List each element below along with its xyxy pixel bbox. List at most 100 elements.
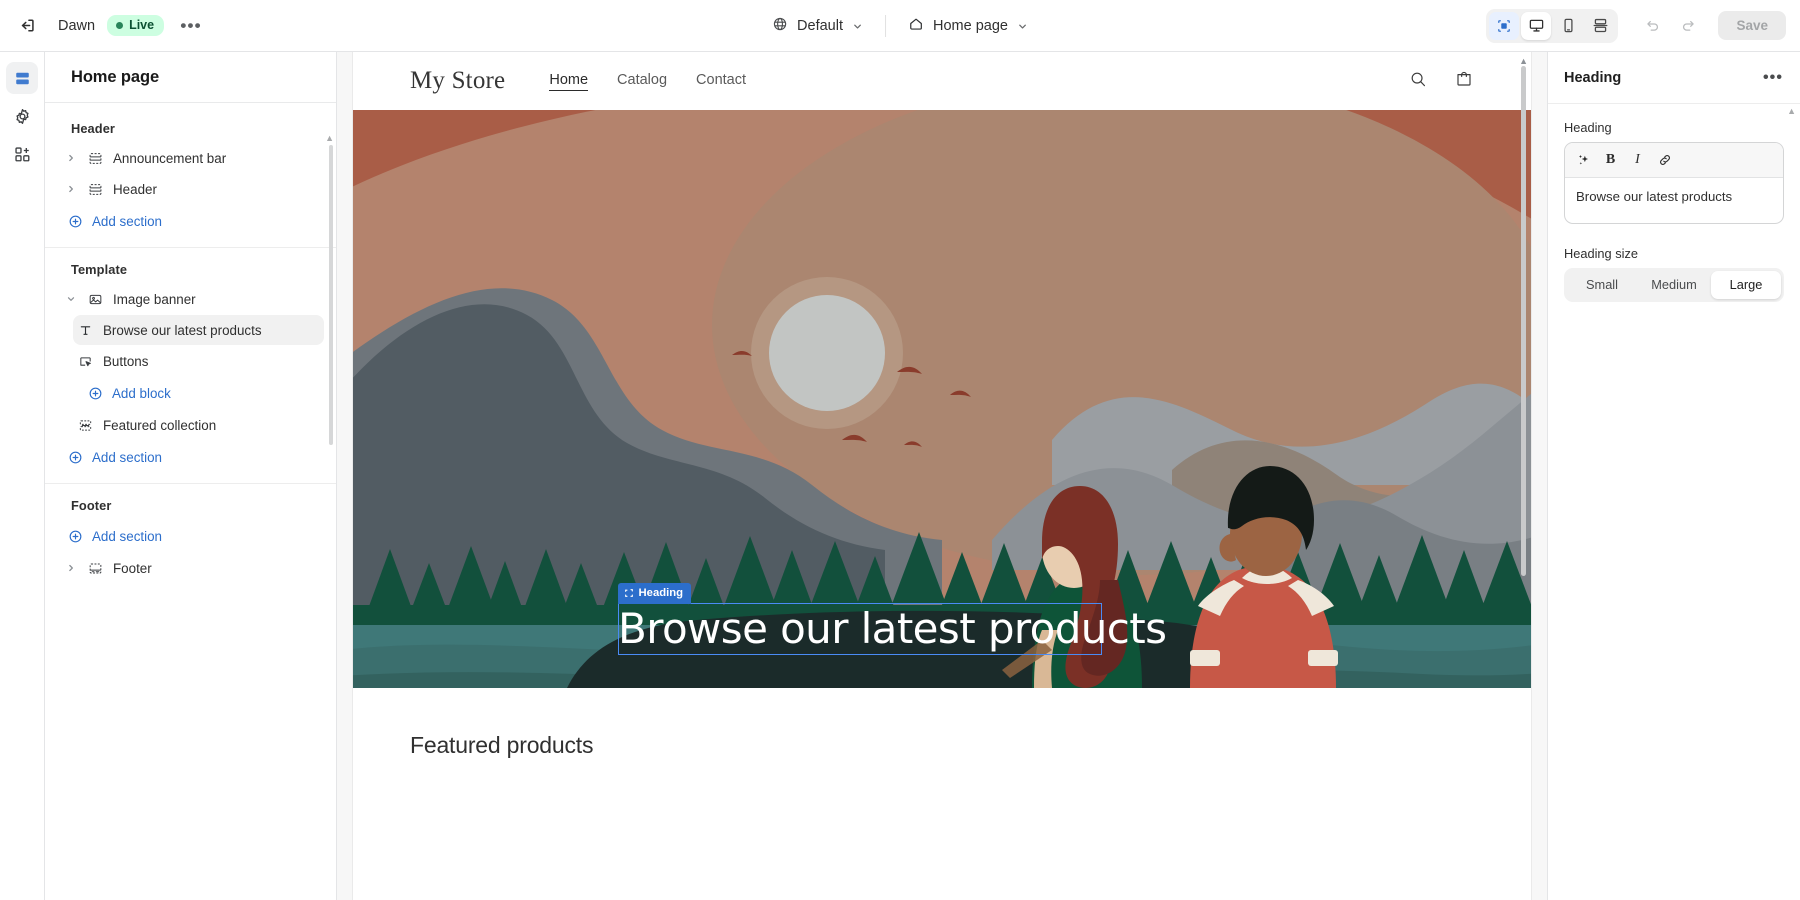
selected-block-badge: Heading bbox=[617, 583, 692, 604]
exit-icon[interactable] bbox=[10, 9, 44, 43]
globe-icon bbox=[772, 16, 788, 36]
inspector-body: Heading B I Browse our latest products H… bbox=[1548, 104, 1800, 302]
banner-illustration bbox=[353, 110, 1531, 688]
sidebar-item-label: Buttons bbox=[103, 353, 149, 369]
sidebar-item-label: Featured collection bbox=[103, 417, 217, 433]
preview-scrollbar[interactable] bbox=[1521, 66, 1526, 576]
heading-field-label: Heading bbox=[1564, 120, 1612, 135]
inspector-header: Heading ••• bbox=[1548, 52, 1800, 104]
group-label: Template bbox=[71, 262, 128, 277]
sidebar-header: Home page bbox=[45, 52, 336, 103]
theme-name: Dawn bbox=[58, 17, 96, 34]
heading-selection-outline[interactable]: Heading bbox=[617, 583, 1102, 655]
page-label: Home page bbox=[932, 18, 1008, 34]
sidebar-item-buttons-block[interactable]: Buttons bbox=[73, 346, 324, 376]
view-mode-group bbox=[1486, 8, 1619, 43]
editor-body: Home page ▲ Header Announcement bar Head… bbox=[0, 52, 1800, 900]
theme-editor-app: Dawn Live ••• Default Home page Save Hom… bbox=[0, 0, 1800, 900]
page-title: Home page bbox=[71, 68, 160, 86]
add-section-button-footer[interactable]: Add section bbox=[63, 521, 324, 551]
top-bar-left: Dawn Live ••• bbox=[0, 9, 206, 43]
sidebar-item-footer[interactable]: Footer bbox=[59, 553, 324, 583]
heading-size-segmented-control: Small Medium Large bbox=[1564, 268, 1784, 302]
featured-collection-section[interactable]: Featured products bbox=[353, 688, 1531, 759]
locale-selector[interactable]: Default bbox=[762, 10, 873, 42]
sidebar-item-label: Announcement bar bbox=[113, 150, 227, 166]
search-icon[interactable] bbox=[1408, 69, 1428, 94]
inspector-more-menu-button[interactable]: ••• bbox=[1760, 66, 1786, 90]
left-icon-rail bbox=[0, 52, 45, 900]
inspector-scroll-up-arrow-icon: ▲ bbox=[1787, 106, 1796, 116]
collection-icon bbox=[77, 418, 94, 433]
preview-scroll-up-arrow-icon: ▲ bbox=[1519, 56, 1528, 66]
sidebar-item-label: Browse our latest products bbox=[103, 322, 262, 338]
sidebar-scrollbar[interactable] bbox=[329, 145, 333, 445]
top-bar: Dawn Live ••• Default Home page Save bbox=[0, 0, 1800, 52]
chevron-down-icon[interactable] bbox=[63, 294, 78, 304]
mobile-view-button[interactable] bbox=[1553, 12, 1583, 40]
chevron-right-icon[interactable] bbox=[63, 153, 78, 163]
storefront-actions bbox=[1408, 69, 1474, 94]
image-banner-section[interactable]: Heading Browse our latest products bbox=[353, 110, 1531, 688]
sidebar-item-featured-collection[interactable]: Featured collection bbox=[73, 410, 324, 440]
button-icon bbox=[77, 354, 94, 369]
sidebar-item-label: Footer bbox=[113, 560, 152, 576]
sidebar-group-header: Header Announcement bar Header Add secti… bbox=[45, 107, 336, 248]
heading-size-option-medium[interactable]: Medium bbox=[1639, 271, 1709, 299]
status-dot bbox=[116, 21, 124, 29]
heading-size-option-large[interactable]: Large bbox=[1711, 271, 1781, 299]
sections-icon[interactable] bbox=[6, 62, 38, 94]
page-selector[interactable]: Home page bbox=[898, 10, 1038, 42]
bold-icon[interactable]: B bbox=[1598, 148, 1623, 172]
inspector-toggle-button[interactable] bbox=[1489, 11, 1520, 40]
chevron-right-icon[interactable] bbox=[63, 184, 78, 194]
sidebar-item-image-banner[interactable]: Image banner bbox=[59, 284, 324, 314]
desktop-view-button[interactable] bbox=[1521, 11, 1552, 40]
chevron-down-icon bbox=[852, 21, 863, 32]
nav-link-catalog[interactable]: Catalog bbox=[617, 72, 667, 90]
image-icon bbox=[87, 292, 104, 307]
theme-more-menu-button[interactable]: ••• bbox=[176, 11, 206, 41]
plus-circle-icon bbox=[87, 386, 104, 401]
heading-input[interactable] bbox=[1565, 178, 1783, 218]
chevron-right-icon[interactable] bbox=[63, 563, 78, 573]
italic-icon[interactable]: I bbox=[1625, 148, 1650, 172]
store-logo[interactable]: My Store bbox=[410, 67, 505, 95]
plus-circle-icon bbox=[67, 450, 84, 465]
fullwidth-view-button[interactable] bbox=[1585, 12, 1615, 40]
sidebar-item-heading-block[interactable]: Browse our latest products bbox=[73, 315, 324, 345]
top-bar-center: Default Home page bbox=[762, 0, 1038, 52]
sidebar-item-announcement-bar[interactable]: Announcement bar bbox=[59, 143, 324, 173]
cart-icon[interactable] bbox=[1454, 69, 1474, 94]
section-icon bbox=[87, 182, 104, 197]
add-section-button-header[interactable]: Add section bbox=[63, 206, 324, 236]
heading-size-option-small[interactable]: Small bbox=[1567, 271, 1637, 299]
text-icon bbox=[77, 323, 94, 338]
group-label: Footer bbox=[71, 498, 112, 513]
block-settings-panel: Heading ••• ▲ Heading B I Browse our lat… bbox=[1547, 52, 1800, 900]
sparkle-icon[interactable] bbox=[1571, 148, 1596, 172]
heading-field-group: Heading B I bbox=[1564, 120, 1784, 224]
rich-text-editor: B I bbox=[1564, 142, 1784, 224]
nav-link-home[interactable]: Home bbox=[549, 72, 589, 91]
top-bar-divider bbox=[884, 15, 886, 37]
sidebar-scroll-area: ▲ Header Announcement bar Header Add sec… bbox=[45, 103, 336, 900]
save-button[interactable]: Save bbox=[1718, 11, 1786, 40]
home-icon bbox=[908, 16, 924, 36]
link-icon[interactable] bbox=[1652, 148, 1677, 172]
nav-link-contact[interactable]: Contact bbox=[696, 72, 746, 90]
sidebar-item-header[interactable]: Header bbox=[59, 174, 324, 204]
preview-area: ▲ My Store Home Catalog Contact Heading … bbox=[337, 52, 1547, 900]
add-section-label: Add section bbox=[92, 213, 162, 229]
status-badge-label: Live bbox=[129, 18, 155, 32]
gear-icon[interactable] bbox=[6, 100, 38, 132]
redo-icon[interactable] bbox=[1672, 10, 1704, 42]
add-block-button[interactable]: Add block bbox=[83, 378, 324, 408]
scroll-up-arrow-icon: ▲ bbox=[325, 133, 334, 143]
rich-text-toolbar: B I bbox=[1565, 143, 1783, 178]
plus-circle-icon bbox=[67, 529, 84, 544]
undo-icon[interactable] bbox=[1636, 10, 1668, 42]
apps-grid-icon[interactable] bbox=[6, 138, 38, 170]
sidebar-group-template: Template Image banner Browse our latest … bbox=[45, 248, 336, 484]
add-section-button-template[interactable]: Add section bbox=[63, 442, 324, 472]
